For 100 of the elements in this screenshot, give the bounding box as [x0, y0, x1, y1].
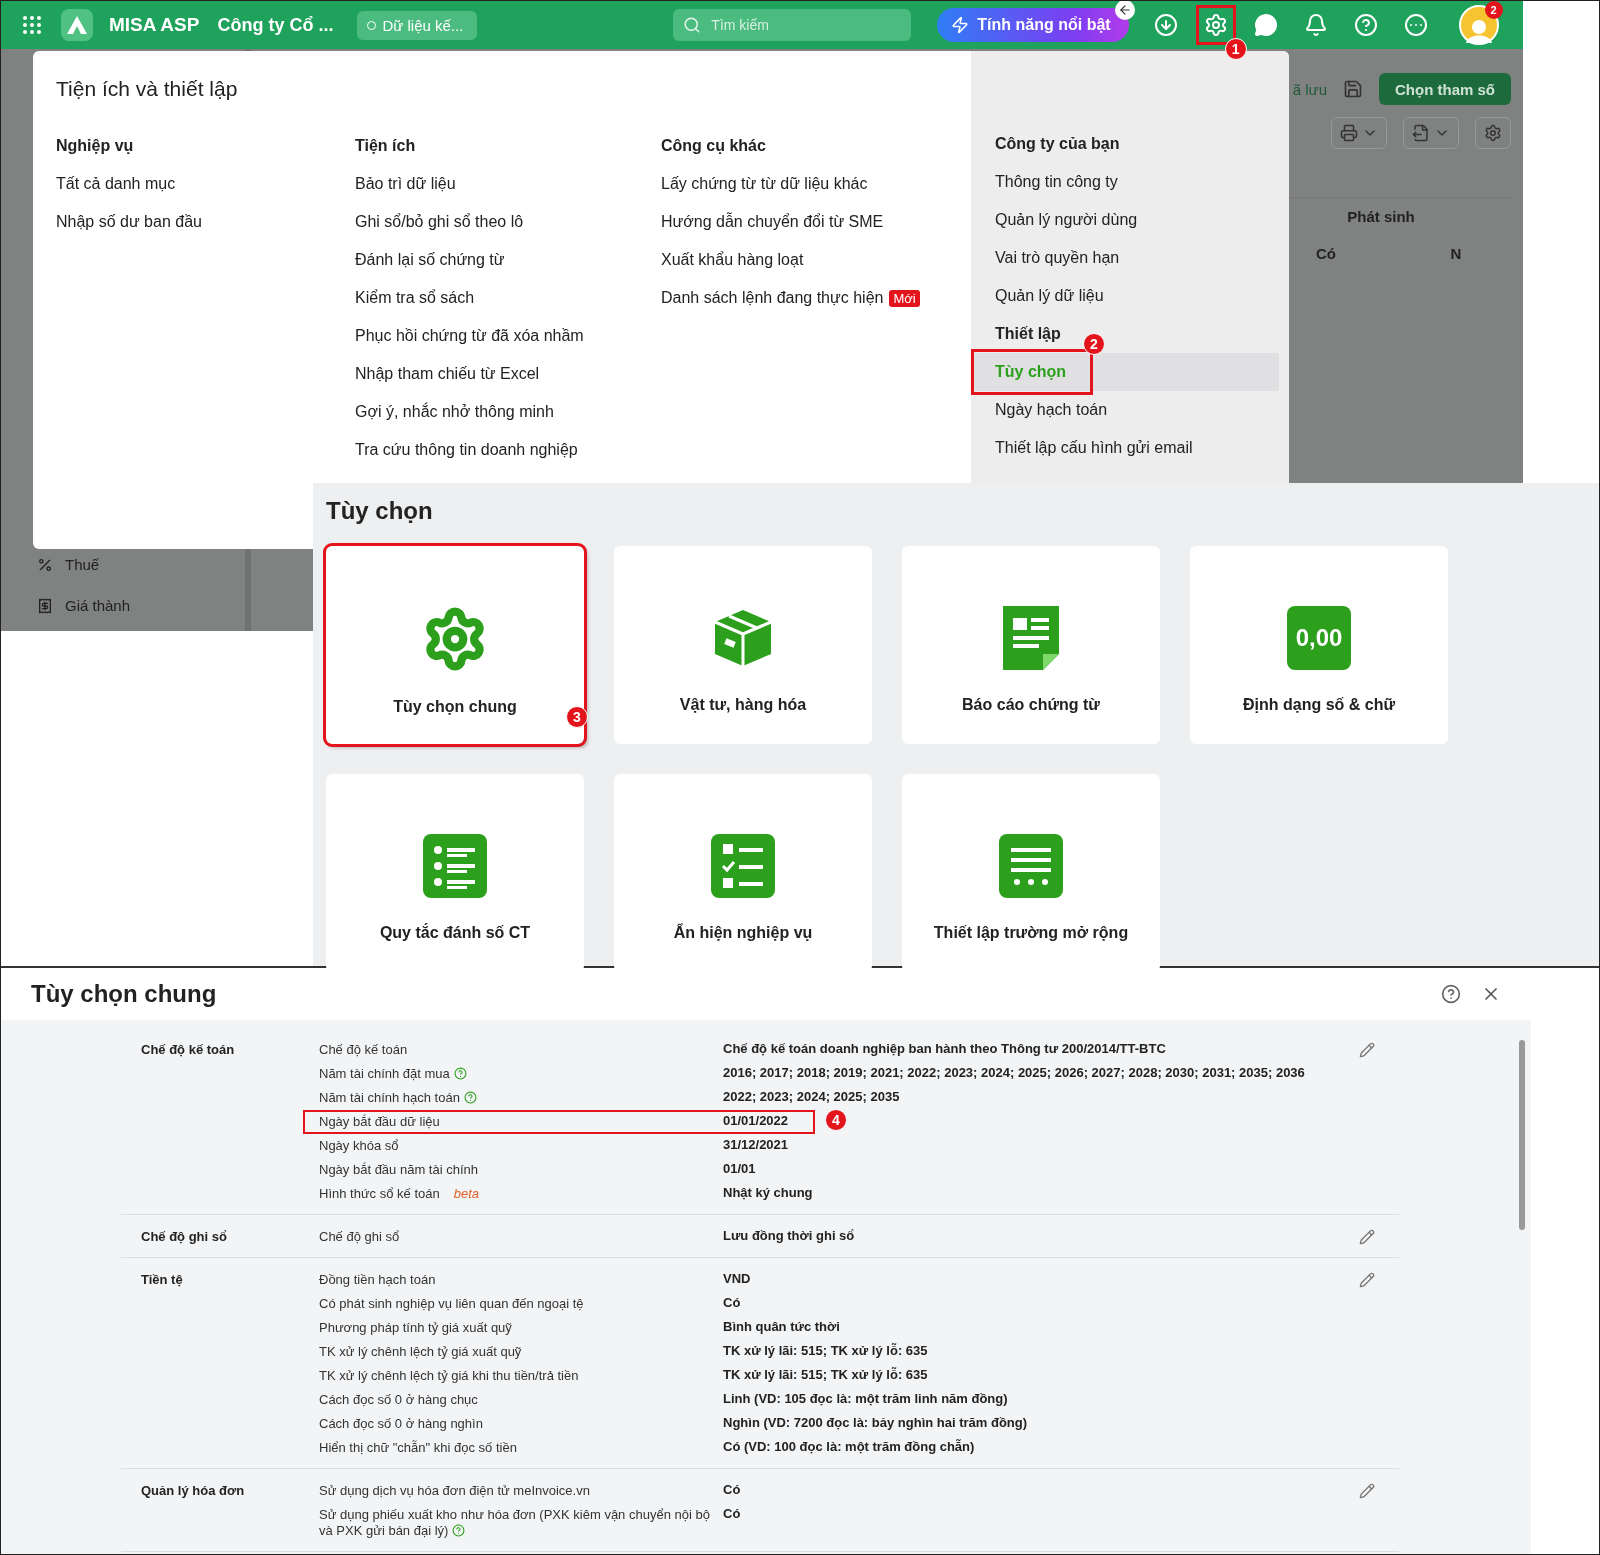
option-value: VND — [723, 1270, 751, 1288]
menu-item[interactable]: Ghi sổ/bỏ ghi sổ theo lô — [355, 203, 524, 241]
search-field[interactable]: Tìm kiếm — [673, 9, 912, 41]
logo-icon — [61, 9, 93, 41]
option-label: Hình thức sổ kế toán beta — [319, 1185, 481, 1203]
menu-item[interactable]: Xuất khẩu hàng loạt — [661, 241, 804, 279]
menu-item[interactable]: Nhập số dư ban đầu — [56, 203, 202, 241]
menu-item[interactable]: Tất cả danh mục — [56, 165, 176, 203]
help-icon[interactable] — [452, 1524, 466, 1537]
help-icon[interactable] — [1352, 12, 1379, 38]
save-icon[interactable] — [1343, 79, 1363, 99]
app-name: MISA ASP — [109, 14, 200, 36]
menu-item[interactable]: Lấy chứng từ từ dữ liệu khác — [661, 165, 868, 203]
section-name: Tiền tệ — [141, 1271, 184, 1289]
beta-tag: beta — [453, 1186, 480, 1201]
new-tag: Mới — [889, 289, 920, 307]
more-icon[interactable] — [1402, 12, 1429, 38]
option-value: 2022; 2023; 2024; 2025; 2035 — [723, 1088, 900, 1106]
menu-title: Tiện ích và thiết lập — [56, 77, 239, 101]
menu-heading: Công ty của bạn — [995, 134, 1120, 154]
option-value: Linh (VD: 105 đọc là: một trăm linh năm đồng) — [723, 1390, 1008, 1408]
menu-item[interactable]: Ngày hạch toán — [971, 391, 1279, 429]
option-value: 2016; 2017; 2018; 2019; 2021; 2022; 2023; 2024; 2025; 2026; 2027; 2028; 2030; 2031; 2035; 2036 — [723, 1064, 1305, 1082]
menu-item[interactable]: Danh sách lệnh đang thực hiện Mới — [661, 279, 920, 317]
help-icon[interactable] — [463, 1091, 477, 1104]
step-marker: 4 — [825, 1109, 847, 1131]
help-icon[interactable] — [453, 1067, 467, 1080]
option-value: 01/01 — [723, 1160, 756, 1178]
menu-item[interactable]: Nhập tham chiếu từ Excel — [355, 355, 540, 393]
option-label: Chế độ kế toán — [319, 1041, 409, 1059]
option-label: Ngày bắt đầu năm tài chính — [319, 1161, 479, 1179]
option-value: Chế độ kế toán doanh nghiệp ban hành theo Thông tư 200/2014/TT-BTC — [723, 1040, 1166, 1058]
option-tile[interactable]: Báo cáo chứng từ — [902, 546, 1160, 744]
step-marker: 2 — [1083, 333, 1105, 355]
option-label: Đồng tiền hạch toán — [319, 1271, 437, 1289]
checklist-icon — [711, 834, 775, 898]
printer-icon — [1340, 124, 1358, 142]
option-label: Sử dụng dịch vụ hóa đơn điện tử meInvoice.vn — [319, 1482, 591, 1500]
option-value: Có — [723, 1294, 741, 1312]
person-icon — [1465, 19, 1492, 43]
option-label: Ngày bắt đầu dữ liệu — [319, 1113, 441, 1131]
option-value: Bình quân tức thời — [723, 1318, 840, 1336]
menu-heading: Công cụ khác — [661, 136, 766, 156]
lightning-icon — [951, 16, 970, 34]
sidebar-item[interactable]: Giá thành — [37, 597, 245, 614]
menu-item[interactable]: Kiểm tra sổ sách — [355, 279, 475, 317]
download-icon[interactable] — [1152, 12, 1179, 38]
option-label: Năm tài chính hạch toán — [319, 1086, 719, 1110]
option-value: Nhật ký chung — [723, 1184, 813, 1202]
option-value: Nghìn (VD: 7200 đọc là: bảy nghìn hai trăm đồng) — [723, 1414, 1028, 1432]
menu-item[interactable]: Thiết lập cấu hình gửi email — [971, 429, 1279, 467]
params-button[interactable]: Chọn tham số — [1379, 73, 1511, 105]
column-group-header: Phát sinh — [1346, 207, 1416, 227]
option-value: 01/01/2022 — [723, 1112, 789, 1130]
option-tile[interactable]: Vật tư, hàng hóa — [614, 546, 872, 744]
option-value: TK xử lý lãi: 515; TK xử lý lỗ: 635 — [723, 1366, 928, 1384]
step-marker: 1 — [1224, 38, 1247, 60]
menu-item[interactable]: Thông tin công ty — [971, 163, 1279, 201]
option-label: Có phát sinh nghiệp vụ liên quan đến ngoại tệ — [319, 1295, 585, 1313]
number-format-icon: 0,00 — [1287, 606, 1351, 670]
menu-item[interactable]: Quản lý người dùng — [971, 201, 1279, 239]
menu-item[interactable]: Vai trò quyền hạn — [971, 239, 1279, 277]
section-name: Chế độ kế toán — [141, 1041, 236, 1059]
chat-icon[interactable] — [1252, 12, 1279, 38]
settings-button[interactable] — [1475, 117, 1511, 149]
menu-heading: Nghiệp vụ — [56, 136, 134, 156]
saved-status: ã lưu — [1292, 80, 1327, 98]
sidebar-item[interactable]: Thuế — [37, 556, 245, 573]
percent-icon — [37, 556, 53, 573]
option-value: Có — [723, 1505, 741, 1523]
menu-item[interactable]: Phục hồi chứng từ đã xóa nhầm — [355, 317, 584, 355]
scrollbar[interactable] — [1519, 1040, 1525, 1230]
section-name: Chế độ ghi sổ — [141, 1228, 228, 1246]
option-value: TK xử lý lãi: 515; TK xử lý lỗ: 635 — [723, 1342, 928, 1360]
option-value: Lưu đồng thời ghi sổ — [723, 1227, 855, 1245]
numbered-list-icon — [423, 834, 487, 898]
menu-item[interactable]: Đánh lại số chứng từ — [355, 241, 505, 279]
help-icon[interactable] — [1441, 984, 1461, 1004]
menu-item[interactable]: Hướng dẫn chuyển đổi từ SME — [661, 203, 884, 241]
receipt-icon — [37, 597, 53, 614]
file-export-icon — [1412, 124, 1430, 142]
feature-button[interactable]: Tính năng nổi bật — [937, 8, 1129, 42]
print-button[interactable] — [1331, 117, 1387, 149]
search-input[interactable]: Tìm kiếm — [709, 16, 890, 34]
option-tile[interactable]: 0,00 Định dạng số & chữ — [1190, 546, 1448, 744]
notification-badge: 2 — [1484, 1, 1503, 19]
menu-item[interactable]: Bảo trì dữ liệu — [355, 165, 456, 203]
option-label: Cách đọc số 0 ở hàng nghìn — [319, 1415, 484, 1433]
option-label: Phương pháp tính tỷ giá xuất quỹ — [319, 1319, 513, 1337]
export-button[interactable] — [1403, 117, 1459, 149]
menu-heading: Thiết lập — [995, 324, 1061, 344]
form-lines-icon — [999, 834, 1063, 898]
option-label: TK xử lý chênh lệch tỷ giá khi thu tiền/trả tiền — [319, 1367, 580, 1385]
menu-item[interactable]: Gợi ý, nhắc nhở thông minh — [355, 393, 554, 431]
menu-item[interactable]: Tra cứu thông tin doanh nghiệp — [355, 431, 578, 469]
section-name: Quản lý hóa đơn — [141, 1482, 246, 1500]
menu-item[interactable]: Quản lý dữ liệu — [971, 277, 1279, 315]
option-label: Hiển thị chữ "chẵn" khi đọc số tiền — [319, 1439, 518, 1457]
option-value: Có (VD: 100 đọc là: một trăm đồng chẵn) — [723, 1438, 975, 1456]
option-value: Có — [723, 1481, 741, 1499]
